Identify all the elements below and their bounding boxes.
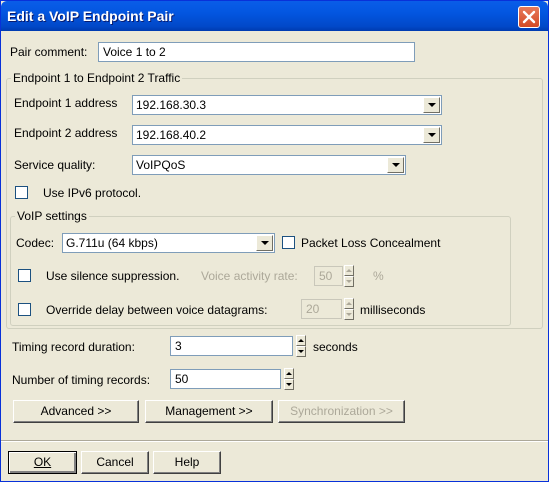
packet-loss-label: Packet Loss Concealment — [301, 236, 441, 250]
endpoint2-combo[interactable]: 192.168.40.2 — [132, 125, 442, 145]
timing-records-spinner[interactable] — [284, 368, 294, 390]
management-button[interactable]: Management >> — [145, 400, 273, 423]
close-button[interactable] — [518, 6, 540, 28]
endpoint1-combo[interactable]: 192.168.30.3 — [132, 95, 442, 115]
override-delay-unit: milliseconds — [360, 303, 426, 317]
timing-records-label: Number of timing records: — [12, 373, 151, 387]
ok-button-label: OK — [33, 455, 52, 469]
timing-duration-label: Timing record duration: — [12, 340, 135, 354]
chevron-down-icon[interactable] — [256, 235, 273, 251]
override-delay-label: Override delay between voice datagrams: — [46, 303, 268, 317]
override-delay-spinner[interactable] — [344, 298, 354, 320]
close-icon — [522, 10, 536, 24]
service-quality-label: Service quality: — [14, 158, 96, 172]
codec-label: Codec: — [16, 236, 55, 250]
spin-up-icon[interactable] — [344, 298, 354, 309]
voip-settings-title: VoIP settings — [15, 209, 89, 223]
pair-comment-label: Pair comment: — [10, 45, 88, 59]
endpoint1-label: Endpoint 1 address — [14, 96, 118, 110]
timing-duration-spinner[interactable] — [296, 335, 306, 357]
synchronization-button[interactable]: Synchronization >> — [278, 400, 405, 423]
spin-up-icon[interactable] — [344, 265, 354, 276]
voice-activity-label: Voice activity rate: — [201, 269, 298, 283]
timing-records-input[interactable]: 50 — [170, 369, 281, 389]
codec-value: G.711u (64 kbps) — [66, 236, 158, 250]
timing-duration-unit: seconds — [313, 340, 358, 354]
endpoint2-value: 192.168.40.2 — [136, 128, 207, 142]
spin-up-icon[interactable] — [296, 335, 306, 346]
spin-down-icon[interactable] — [344, 276, 354, 287]
service-quality-value: VoIPQoS — [136, 158, 186, 172]
packet-loss-checkbox[interactable] — [282, 236, 295, 249]
service-quality-combo[interactable]: VoIPQoS — [132, 155, 406, 175]
spin-down-icon[interactable] — [344, 309, 354, 320]
voice-activity-input[interactable]: 50 — [314, 266, 343, 286]
endpoint1-value: 192.168.30.3 — [136, 98, 207, 112]
codec-combo[interactable]: G.711u (64 kbps) — [62, 233, 275, 253]
spin-down-icon[interactable] — [296, 346, 306, 357]
title-bar[interactable]: Edit a VoIP Endpoint Pair — [1, 1, 548, 31]
dialog-window: Edit a VoIP Endpoint Pair Pair comment: … — [0, 0, 549, 482]
override-delay-checkbox[interactable] — [18, 303, 31, 316]
ipv6-checkbox[interactable] — [15, 186, 28, 199]
chevron-down-icon[interactable] — [423, 127, 440, 143]
help-button[interactable]: Help — [153, 451, 221, 474]
window-title: Edit a VoIP Endpoint Pair — [7, 8, 174, 24]
traffic-group-title: Endpoint 1 to Endpoint 2 Traffic — [11, 71, 183, 85]
chevron-down-icon[interactable] — [387, 157, 404, 173]
silence-suppression-checkbox[interactable] — [18, 269, 31, 282]
cancel-button[interactable]: Cancel — [81, 451, 149, 474]
pair-comment-input[interactable]: Voice 1 to 2 — [98, 42, 415, 62]
ipv6-label: Use IPv6 protocol. — [43, 186, 142, 200]
spin-up-icon[interactable] — [284, 368, 294, 379]
advanced-button[interactable]: Advanced >> — [13, 400, 139, 423]
silence-suppression-label: Use silence suppression. — [46, 269, 180, 283]
voice-activity-unit: % — [373, 269, 384, 283]
override-delay-input[interactable]: 20 — [301, 299, 342, 319]
timing-duration-input[interactable]: 3 — [170, 336, 293, 356]
footer-separator — [1, 440, 548, 442]
endpoint2-label: Endpoint 2 address — [14, 126, 118, 140]
voice-activity-spinner[interactable] — [344, 265, 354, 287]
chevron-down-icon[interactable] — [423, 97, 440, 113]
spin-down-icon[interactable] — [284, 379, 294, 390]
ok-button[interactable]: OK — [8, 451, 77, 474]
